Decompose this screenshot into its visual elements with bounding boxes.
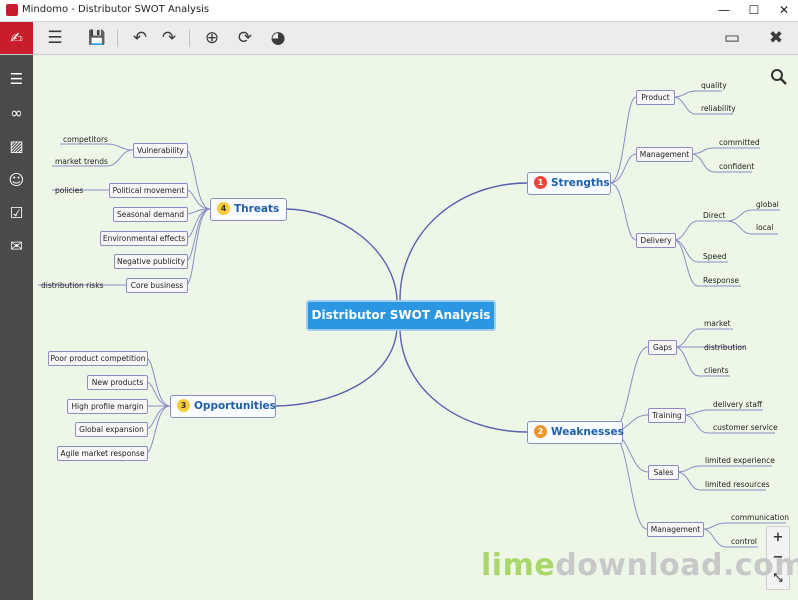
- customer-service-node[interactable]: customer service: [713, 423, 778, 432]
- response-node[interactable]: Response: [703, 276, 739, 285]
- priority-2-icon: 2: [534, 424, 547, 438]
- zoom-in-button[interactable]: +: [767, 528, 789, 548]
- core-business-node[interactable]: Core business: [126, 278, 188, 293]
- direct-node[interactable]: Direct: [703, 211, 725, 220]
- limited-experience-node[interactable]: limited experience: [705, 456, 775, 465]
- negative-publicity-node[interactable]: Negative publicity: [114, 254, 188, 269]
- strengths-topic[interactable]: 1 Strengths: [527, 172, 611, 195]
- poor-product-competition-node[interactable]: Poor product competition: [48, 351, 148, 366]
- priority-4-icon: 4: [217, 201, 230, 215]
- political-movement-node[interactable]: Political movement: [109, 183, 188, 198]
- central-topic[interactable]: Distributor SWOT Analysis: [306, 300, 496, 331]
- product-node[interactable]: Product: [636, 90, 675, 105]
- opportunities-label: Opportunities: [194, 400, 276, 412]
- distribution-node[interactable]: distribution: [704, 343, 747, 352]
- opportunities-topic[interactable]: 3 Opportunities: [170, 395, 276, 418]
- reliability-node[interactable]: reliability: [701, 104, 736, 113]
- priority-3-icon: 3: [177, 398, 190, 412]
- weaknesses-topic[interactable]: 2 Weaknesses: [527, 421, 624, 444]
- policies-node[interactable]: policies: [55, 186, 83, 195]
- delivery-node[interactable]: Delivery: [636, 233, 676, 248]
- vulnerability-node[interactable]: Vulnerability: [133, 143, 188, 158]
- high-profile-margin-node[interactable]: High profile margin: [67, 399, 148, 414]
- new-products-node[interactable]: New products: [87, 375, 148, 390]
- market-trends-node[interactable]: market trends: [55, 157, 108, 166]
- distribution-risks-node[interactable]: distribution risks: [41, 281, 103, 290]
- threats-topic[interactable]: 4 Threats: [210, 198, 287, 221]
- communication-node[interactable]: communication: [731, 513, 789, 522]
- strengths-label: Strengths: [551, 177, 610, 189]
- control-node[interactable]: control: [731, 537, 757, 546]
- clients-node[interactable]: clients: [704, 366, 729, 375]
- global-expansion-node[interactable]: Global expansion: [75, 422, 148, 437]
- market-node[interactable]: market: [704, 319, 731, 328]
- watermark: limedownload.com: [481, 548, 798, 583]
- speed-node[interactable]: Speed: [703, 252, 727, 261]
- confident-node[interactable]: confident: [719, 162, 754, 171]
- threats-label: Threats: [234, 203, 280, 215]
- seasonal-demand-node[interactable]: Seasonal demand: [113, 207, 188, 222]
- sales-node[interactable]: Sales: [648, 465, 679, 480]
- delivery-staff-node[interactable]: delivery staff: [713, 400, 762, 409]
- competitors-node[interactable]: competitors: [63, 135, 108, 144]
- environmental-effects-node[interactable]: Environmental effects: [100, 231, 188, 246]
- priority-1-icon: 1: [534, 175, 547, 189]
- quality-node[interactable]: quality: [701, 81, 727, 90]
- weakness-management-node[interactable]: Management: [647, 522, 704, 537]
- local-node[interactable]: local: [756, 223, 773, 232]
- global-node[interactable]: global: [756, 200, 779, 209]
- search-icon[interactable]: [770, 68, 788, 86]
- management-node[interactable]: Management: [636, 147, 693, 162]
- gaps-node[interactable]: Gaps: [648, 340, 677, 355]
- training-node[interactable]: Training: [648, 408, 686, 423]
- committed-node[interactable]: committed: [719, 138, 760, 147]
- limited-resources-node[interactable]: limited resources: [705, 480, 770, 489]
- agile-market-response-node[interactable]: Agile market response: [57, 446, 148, 461]
- weaknesses-label: Weaknesses: [551, 426, 624, 438]
